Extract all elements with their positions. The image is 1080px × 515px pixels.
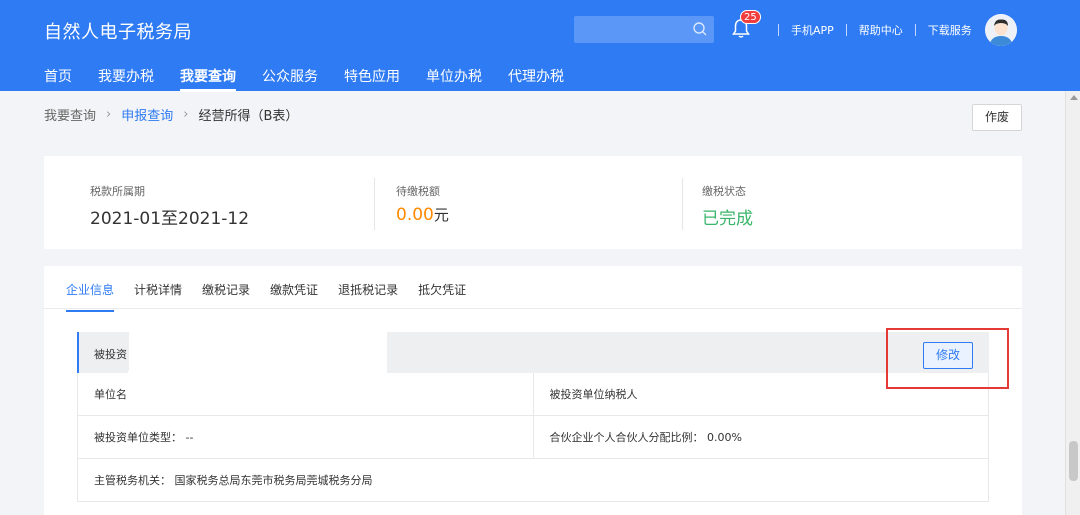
due-amount: 0.00: [396, 205, 434, 225]
notification-badge: 25: [740, 10, 761, 24]
site-brand[interactable]: 自然人电子税务局: [44, 18, 192, 44]
chevron-right-icon: ›: [183, 107, 189, 122]
status-label: 缴税状态: [702, 185, 746, 198]
breadcrumb: 我要查询 › 申报查询 › 经营所得（B表）: [44, 105, 298, 124]
nav-public-service[interactable]: 公众服务: [262, 66, 318, 92]
top-links: 手机APP 帮助中心 下载服务: [766, 22, 972, 38]
tabs-divider: [44, 308, 1022, 309]
help-center-link[interactable]: 帮助中心: [859, 22, 903, 38]
company-info-table: 被投资 修改 单位名 被投资单位纳税人 被投资单位类型： -- 合伙企业个人合伙…: [77, 332, 989, 502]
due-value: 0.00元: [396, 204, 449, 225]
section-header: 被投资 修改: [77, 332, 989, 386]
download-link[interactable]: 下载服务: [928, 22, 972, 38]
unit-name-cell: 单位名: [78, 371, 533, 415]
taxpayer-label: 被投资单位纳税人: [549, 388, 638, 401]
scrollbar[interactable]: [1065, 91, 1080, 515]
table-row: 单位名 被投资单位纳税人: [77, 371, 989, 416]
due-unit: 元: [433, 206, 449, 224]
avatar[interactable]: [985, 14, 1017, 46]
taxpayer-cell: 被投资单位纳税人: [532, 373, 989, 415]
search-icon[interactable]: [692, 21, 708, 37]
top-header: 自然人电子税务局 25 手机APP 帮助中心 下载服务 首页 我要办税 我要查询…: [0, 0, 1080, 92]
detail-card: 企业信息 计税详情 缴税记录 缴款凭证 退抵税记录 抵欠凭证 被投资 修改 单位…: [44, 266, 1022, 515]
table-row: 主管税务机关： 国家税务总局东莞市税务局莞城税务分局: [77, 459, 989, 502]
due-label: 待缴税额: [396, 185, 440, 198]
partner-ratio-cell: 合伙企业个人合伙人分配比例： 0.00%: [532, 416, 989, 458]
nav-query[interactable]: 我要查询: [180, 66, 236, 92]
divider: [845, 24, 847, 36]
divider: [778, 24, 779, 36]
search-input[interactable]: [574, 16, 714, 43]
main-nav: 首页 我要办税 我要查询 公众服务 特色应用 单位办税 代理办税: [44, 66, 590, 92]
divider: [682, 178, 683, 230]
nav-unit-tax[interactable]: 单位办税: [426, 66, 482, 92]
status-value: 已完成: [702, 209, 753, 229]
breadcrumb-current: 经营所得（B表）: [198, 109, 299, 124]
nav-tax-handling[interactable]: 我要办税: [98, 66, 154, 92]
period-value: 2021-01至2021-12: [90, 209, 250, 229]
user-avatar-icon: [985, 14, 1017, 46]
nav-special-apps[interactable]: 特色应用: [344, 66, 400, 92]
table-row: 被投资单位类型： -- 合伙企业个人合伙人分配比例： 0.00%: [77, 416, 989, 459]
unit-type-cell: 被投资单位类型： --: [94, 431, 194, 444]
breadcrumb-root[interactable]: 我要查询: [44, 105, 96, 124]
nav-agent-tax[interactable]: 代理办税: [508, 66, 564, 92]
summary-card: 税款所属期 2021-01至2021-12 待缴税额 0.00元 缴税状态 已完…: [44, 156, 1022, 249]
breadcrumb-parent[interactable]: 申报查询: [121, 105, 173, 124]
redaction-mask: [128, 371, 386, 407]
divider: [914, 24, 916, 36]
unit-name-label: 单位名: [94, 388, 127, 401]
tax-authority-cell: 主管税务机关： 国家税务总局东莞市税务局莞城税务分局: [94, 474, 373, 487]
chevron-right-icon: ›: [106, 107, 112, 122]
nav-home[interactable]: 首页: [44, 66, 72, 92]
scroll-up-icon[interactable]: [1070, 95, 1078, 100]
void-button[interactable]: 作废: [972, 104, 1022, 131]
period-label: 税款所属期: [90, 185, 145, 198]
scroll-thumb[interactable]: [1069, 441, 1078, 481]
mobile-app-link[interactable]: 手机APP: [791, 22, 834, 38]
section-title: 被投资: [94, 348, 127, 361]
redaction-mask: [639, 373, 860, 385]
edit-button[interactable]: 修改: [923, 342, 973, 369]
divider: [374, 178, 375, 230]
